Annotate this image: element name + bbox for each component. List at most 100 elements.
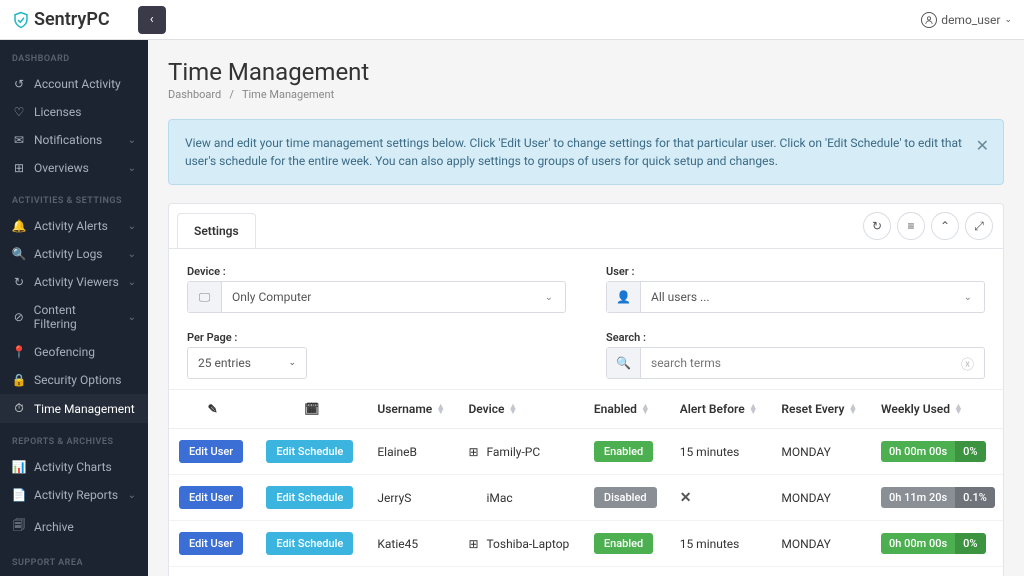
lock-icon: 🔒 <box>12 373 26 387</box>
collapse-button[interactable]: ⌃ <box>931 212 959 240</box>
device-cell: Toshiba-Laptop <box>486 537 569 551</box>
table-row: Edit UserEdit ScheduleKatie45⊞Toshiba-La… <box>169 521 1003 567</box>
edit-schedule-button[interactable]: Edit Schedule <box>266 440 353 463</box>
chevron-down-icon: ⌄ <box>128 490 136 501</box>
search-clear-button[interactable]: ⓧ <box>951 354 984 373</box>
col-reset-every[interactable]: Reset Every▲▼ <box>771 390 871 429</box>
chevron-down-icon: ⌄ <box>128 312 136 323</box>
shield-icon <box>12 11 30 29</box>
edit-user-button[interactable]: Edit User <box>179 440 243 463</box>
sidebar-item-label: Activity Logs <box>34 247 103 261</box>
sidebar-item-label: Geofencing <box>34 345 95 359</box>
copy-icon: 🗐 <box>12 516 26 537</box>
sidebar-item-activity-alerts[interactable]: 🔔 Activity Alerts ⌄ <box>0 212 148 240</box>
col-weekly-used[interactable]: Weekly Used▲▼ <box>871 390 1003 429</box>
sidebar-item-activity-logs[interactable]: 🔍 Activity Logs ⌄ <box>0 240 148 268</box>
plus-square-icon: ⊞ <box>12 161 26 175</box>
sidebar-item-activity-reports[interactable]: 📄Activity Reports⌄ <box>0 481 148 509</box>
chevron-down-icon: ⌄ <box>1004 15 1012 25</box>
sidebar-item-time-management[interactable]: ⏱Time Management <box>0 394 148 423</box>
col-edit-schedule[interactable]: 🗓 <box>256 390 367 429</box>
sidebar-item-label: Activity Reports <box>34 488 118 502</box>
edit-user-button[interactable]: Edit User <box>179 532 243 555</box>
edit-schedule-button[interactable]: Edit Schedule <box>266 532 353 555</box>
alert-before-cell: 15 minutes <box>680 445 740 459</box>
col-username[interactable]: Username▲▼ <box>367 390 458 429</box>
device-cell: Family-PC <box>486 445 540 459</box>
table-row: Edit UserEdit ScheduleJerrySiMacDisabled… <box>169 475 1003 521</box>
sidebar-item-label: Notifications <box>34 133 102 147</box>
reset-every-cell: MONDAY <box>781 491 831 505</box>
sidebar-item-security-options[interactable]: 🔒 Security Options <box>0 366 148 394</box>
search-input[interactable] <box>641 356 951 370</box>
windows-icon: ⊞ <box>468 445 480 459</box>
refresh-icon: ↻ <box>12 275 26 289</box>
perpage-label: Per Page : <box>187 331 566 344</box>
brand-name: SentryPC <box>34 9 110 30</box>
bell-icon: 🔔 <box>12 219 26 233</box>
clock-icon: ⏱ <box>12 401 26 416</box>
pencil-icon: ✎ <box>208 402 218 416</box>
chevron-down-icon: ⌄ <box>128 135 136 146</box>
user-menu[interactable]: demo_user ⌄ <box>921 12 1012 28</box>
chevron-down-icon: ⌄ <box>128 221 136 232</box>
enabled-badge: Enabled <box>594 441 653 462</box>
col-alert-before[interactable]: Alert Before▲▼ <box>670 390 772 429</box>
sidebar-item-overviews[interactable]: ⊞Overviews⌄ <box>0 154 148 182</box>
weekly-used-pill: 0h 00m 00s0% <box>881 441 985 462</box>
user-icon <box>921 12 937 28</box>
edit-user-button[interactable]: Edit User <box>179 486 243 509</box>
edit-schedule-button[interactable]: Edit Schedule <box>266 486 353 509</box>
info-alert-text: View and edit your time management setti… <box>185 136 962 168</box>
chart-icon: 📊 <box>12 460 26 474</box>
list-button[interactable]: ≡ <box>897 212 925 240</box>
sidebar-item-geofencing[interactable]: 📍 Geofencing <box>0 338 148 366</box>
sidebar-item-content-filtering[interactable]: ⊘Content Filtering⌄ <box>0 296 148 338</box>
sidebar-item-activity-viewers[interactable]: ↻ Activity Viewers ⌄ <box>0 268 148 296</box>
reset-every-cell: MONDAY <box>781 537 831 551</box>
device-select[interactable]: 🖵 Only Computer ⌄ <box>187 281 566 313</box>
tab-settings[interactable]: Settings <box>177 213 256 248</box>
sidebar-item-activity-charts[interactable]: 📊 Activity Charts <box>0 453 148 481</box>
refresh-button[interactable]: ↻ <box>863 212 891 240</box>
col-device[interactable]: Device▲▼ <box>458 390 583 429</box>
sidebar-item-label: Overviews <box>34 161 89 175</box>
sidebar: DASHBOARD↺Account Activity♡Licenses✉Noti… <box>0 40 148 576</box>
sidebar-item-archive[interactable]: 🗐Archive <box>0 509 148 544</box>
refresh-icon: ↻ <box>872 219 882 233</box>
sidebar-collapse-button[interactable]: ‹ <box>138 6 166 34</box>
sidebar-item-label: Security Options <box>34 373 121 387</box>
sidebar-item-label: Licenses <box>34 105 81 119</box>
time-management-table: ✎ 🗓 Username▲▼ Device▲▼ Enabled▲▼ Alert … <box>169 389 1003 576</box>
sidebar-item-label: Activity Alerts <box>34 219 108 233</box>
col-edit-user[interactable]: ✎ <box>169 390 256 429</box>
weekly-used-pill: 0h 00m 00s0% <box>881 533 985 554</box>
breadcrumb: Dashboard / Time Management <box>168 88 1004 101</box>
sidebar-item-label: Activity Charts <box>34 460 112 474</box>
chevron-down-icon: ⌄ <box>128 277 136 288</box>
list-icon: ≡ <box>907 219 914 233</box>
sidebar-item-account-activity[interactable]: ↺Account Activity <box>0 70 148 98</box>
settings-panel: Settings ↻ ≡ ⌃ ⤢ Device : 🖵 Only Compute… <box>168 203 1004 576</box>
chevron-down-icon: ⌄ <box>288 358 296 368</box>
heart-icon: ♡ <box>12 105 26 119</box>
nav-section-title: DASHBOARD <box>0 40 148 70</box>
chevron-down-icon: ⌄ <box>128 249 136 260</box>
search-icon: 🔍 <box>12 247 26 261</box>
sidebar-item-label: Content Filtering <box>34 303 120 331</box>
sidebar-item-notifications[interactable]: ✉Notifications⌄ <box>0 126 148 154</box>
expand-icon: ⤢ <box>974 219 984 234</box>
sidebar-item-licenses[interactable]: ♡ Licenses <box>0 98 148 126</box>
breadcrumb-current: Time Management <box>242 88 334 101</box>
brand-logo[interactable]: SentryPC <box>12 9 110 30</box>
sidebar-item-label: Activity Viewers <box>34 275 119 289</box>
history-icon: ↺ <box>12 77 26 91</box>
perpage-select[interactable]: 25 entries ⌄ <box>187 347 307 379</box>
alert-close-button[interactable]: ✕ <box>976 134 989 158</box>
col-enabled[interactable]: Enabled▲▼ <box>584 390 670 429</box>
search-icon: 🔍 <box>616 356 631 370</box>
user-select[interactable]: 👤 All users ... ⌄ <box>606 281 985 313</box>
pin-icon: 📍 <box>12 345 26 359</box>
breadcrumb-home[interactable]: Dashboard <box>168 88 221 101</box>
expand-button[interactable]: ⤢ <box>965 212 993 240</box>
